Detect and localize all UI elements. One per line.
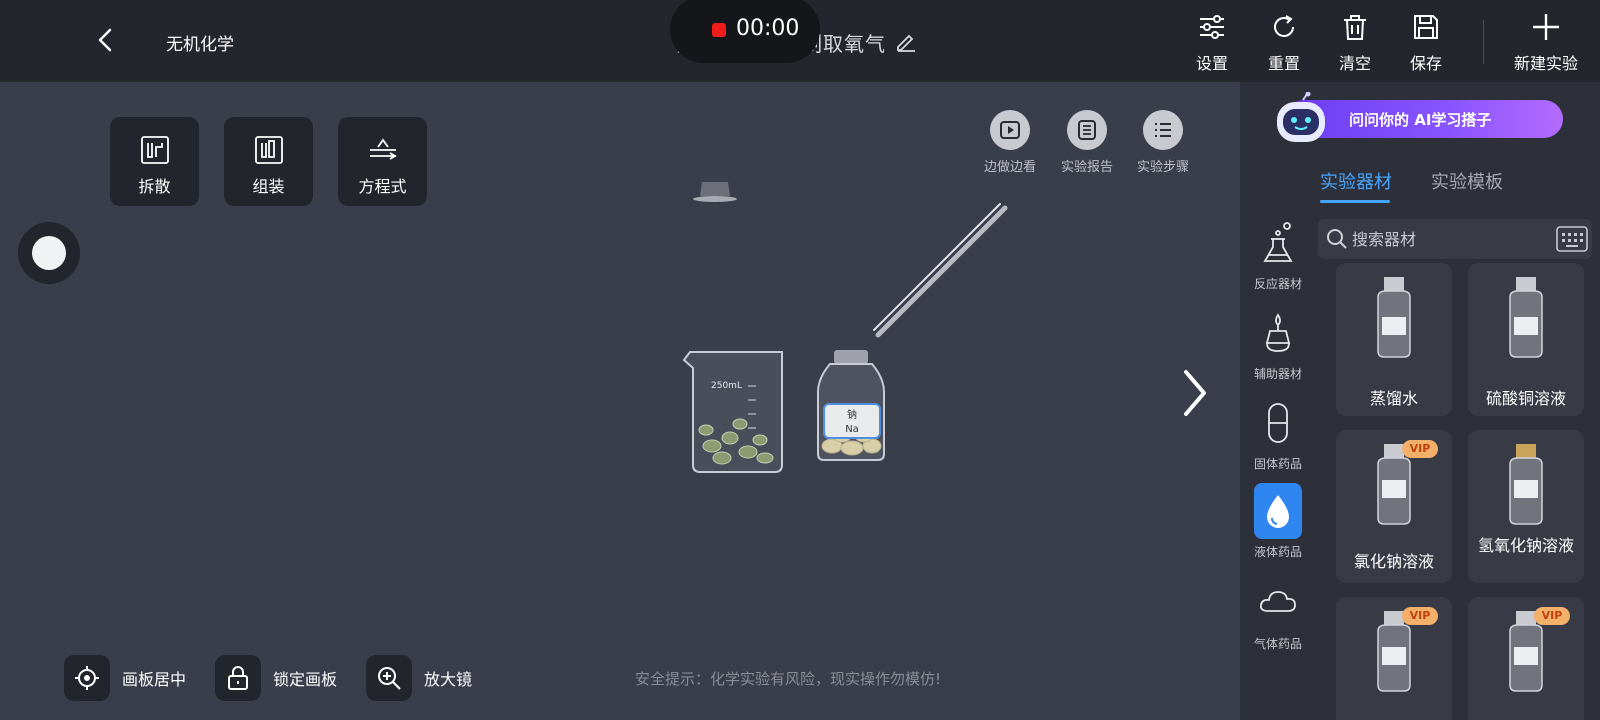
reagent-card-copper-sulfate[interactable]: 硫酸铜溶液 — [1468, 263, 1584, 416]
magnifier-label: 放大镜 — [424, 670, 473, 689]
tab-templates[interactable]: 实验模板 — [1431, 168, 1503, 194]
vip-badge: VIP — [1402, 440, 1438, 458]
safety-tip: 安全提示：化学实验有风险，现实操作勿模仿! — [635, 670, 942, 688]
sodium-jar[interactable] — [817, 350, 885, 461]
category-liquid-reagents[interactable]: 液体药品 — [1243, 483, 1313, 560]
reagent-card-vip-2[interactable]: VIP — [1468, 597, 1584, 720]
reset-icon — [1274, 15, 1294, 37]
reagent-name: 硫酸铜溶液 — [1485, 389, 1566, 408]
lock-icon — [228, 666, 248, 690]
burner-icon — [1266, 313, 1290, 352]
clear-label: 清空 — [1338, 54, 1371, 73]
beaker-label: 250mL — [711, 381, 742, 391]
keyboard-icon[interactable] — [1556, 225, 1588, 253]
flask-icon — [1263, 222, 1293, 262]
save-label: 保存 — [1409, 54, 1442, 73]
reagent-bottle-icon — [1377, 277, 1411, 358]
category-label: 固体药品 — [1253, 457, 1302, 471]
tab-equipment[interactable]: 实验器材 — [1320, 168, 1392, 194]
save-button[interactable]: 保存 — [1396, 12, 1456, 74]
category-label: 辅助器材 — [1253, 367, 1302, 381]
cloud-icon — [1259, 591, 1296, 612]
vip-badge: VIP — [1402, 607, 1438, 625]
reagent-name: 氢氧化钠溶液 — [1477, 536, 1574, 555]
category-reaction-equipment[interactable]: 反应器材 — [1243, 215, 1313, 292]
center-canvas-label: 画板居中 — [122, 670, 187, 689]
beaker-250ml[interactable] — [682, 351, 783, 473]
lock-canvas-label: 锁定画板 — [273, 670, 338, 689]
new-experiment-label: 新建实验 — [1513, 54, 1578, 73]
jar-label-cn: 钠 — [847, 408, 857, 421]
new-experiment-button[interactable]: 新建实验 — [1506, 12, 1586, 74]
center-canvas-button[interactable]: 画板居中 — [64, 655, 186, 701]
category-gas-reagents[interactable]: 气体药品 — [1243, 575, 1313, 652]
reagent-bottle-icon — [1509, 444, 1543, 525]
trash-icon — [1344, 15, 1366, 40]
equipment-search — [1318, 219, 1592, 259]
active-tab-indicator — [1320, 200, 1390, 203]
category-auxiliary-equipment[interactable]: 辅助器材 — [1243, 305, 1313, 382]
reagent-bottle-icon — [1509, 277, 1543, 358]
reset-button[interactable]: 重置 — [1254, 12, 1314, 74]
toolbar-divider — [1483, 20, 1484, 64]
ai-assistant-banner[interactable]: 问问你的 AI学习搭子 — [1263, 92, 1563, 154]
crosshair-icon — [75, 666, 99, 690]
ai-banner-text: 问问你的 AI学习搭子 — [1349, 111, 1492, 129]
category-label: 气体药品 — [1253, 637, 1302, 651]
magnifier-button[interactable]: 放大镜 — [366, 655, 472, 701]
chevron-right-icon[interactable] — [1180, 368, 1210, 418]
vip-badge: VIP — [1534, 607, 1570, 625]
droplet-icon — [1267, 495, 1289, 528]
reagent-card-sodium-hydroxide[interactable]: 氢氧化钠溶液 — [1468, 430, 1584, 583]
zoom-in-icon — [378, 667, 401, 690]
reagent-card-distilled-water[interactable]: 蒸馏水 — [1336, 263, 1452, 416]
capsule-icon — [1268, 403, 1288, 443]
jar-label-en: Na — [845, 424, 859, 435]
reagent-card-vip-1[interactable]: VIP — [1336, 597, 1452, 720]
category-label: 液体药品 — [1253, 545, 1302, 559]
robot-mascot-icon — [1277, 92, 1325, 142]
reagent-name: 氯化钠溶液 — [1353, 552, 1434, 571]
save-icon — [1414, 15, 1438, 39]
reagent-card-sodium-chloride[interactable]: VIP 氯化钠溶液 — [1336, 430, 1452, 583]
category-solid-reagents[interactable]: 固体药品 — [1243, 395, 1313, 472]
plus-icon — [1533, 14, 1559, 40]
jar-stopper[interactable] — [693, 182, 737, 202]
experiment-canvas: 250mL 钠 Na — [682, 182, 1008, 473]
reset-label: 重置 — [1267, 54, 1300, 73]
category-label: 反应器材 — [1253, 277, 1302, 291]
tweezers[interactable] — [873, 203, 1008, 338]
search-icon — [1327, 229, 1347, 249]
reagent-name: 蒸馏水 — [1369, 389, 1418, 408]
lock-canvas-button[interactable]: 锁定画板 — [215, 655, 337, 701]
clear-button[interactable]: 清空 — [1325, 12, 1385, 74]
search-input[interactable] — [1352, 227, 1542, 251]
